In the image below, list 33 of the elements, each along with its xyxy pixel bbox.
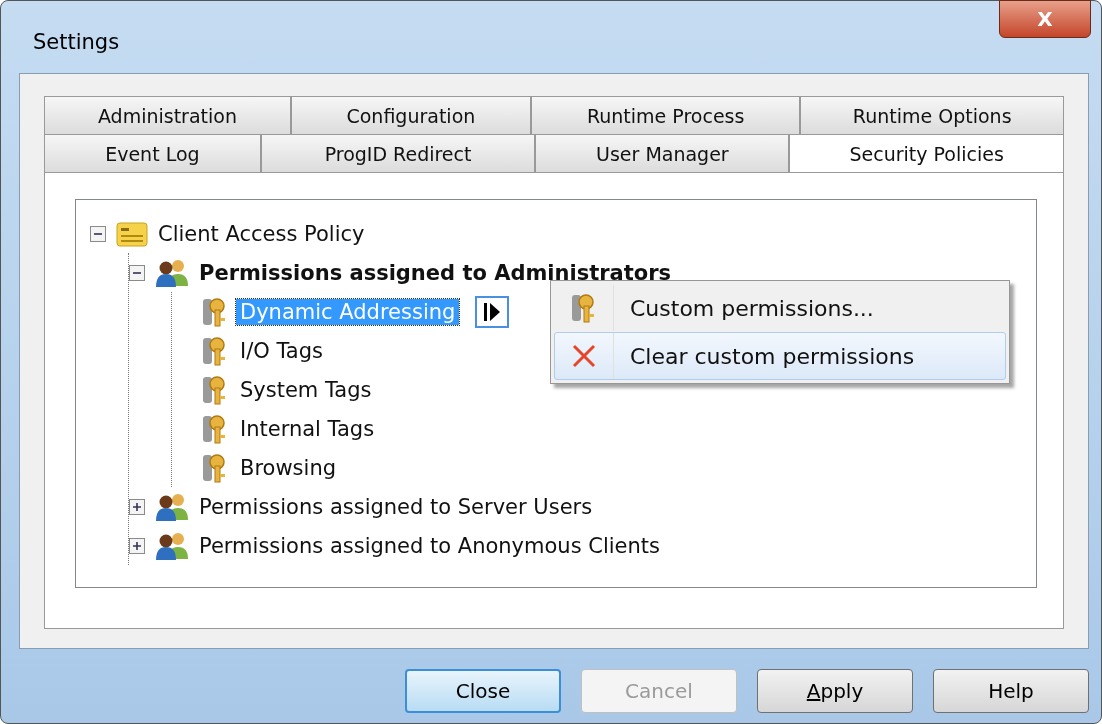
menu-item[interactable]: Clear custom permissions [554,332,1006,380]
close-icon [571,343,597,369]
tree-item[interactable]: Browsing [236,454,341,481]
tab[interactable]: Administration [44,96,291,134]
collapse-icon[interactable] [129,264,145,281]
tab[interactable]: User Manager [535,134,790,172]
tree-item[interactable]: Internal Tags [236,415,379,442]
dialog-button[interactable]: Apply [757,669,913,713]
collapse-icon[interactable] [90,225,106,242]
tree-item[interactable]: Permissions assigned to Anonymous Clients [195,532,664,559]
menu-item[interactable]: Custom permissions... [554,284,1006,332]
users-icon [155,491,189,522]
tab[interactable]: ProgID Redirect [260,134,536,172]
tab[interactable]: Runtime Options [800,96,1064,134]
menu-arrow-button[interactable] [475,295,510,328]
expand-icon[interactable] [129,537,145,554]
tab[interactable]: Security Policies [789,134,1064,172]
users-icon [155,530,189,561]
users-icon [155,257,189,288]
policy-icon [116,219,148,248]
tree-item[interactable]: I/O Tags [236,337,327,364]
tree-item[interactable]: Client Access Policy [154,220,369,247]
expand-icon[interactable] [129,498,145,515]
tab[interactable]: Event Log [44,134,261,172]
tab[interactable]: Configuration [290,96,531,134]
dialog-button[interactable]: Close [405,669,561,713]
tree-item[interactable]: System Tags [236,376,376,403]
tab[interactable]: Runtime Process [530,96,801,134]
tree-item[interactable]: Permissions assigned to Server Users [195,493,597,520]
dialog-button[interactable]: Help [933,669,1089,713]
tree-item[interactable]: Permissions assigned to Administrators [195,259,676,286]
play-arrow-icon [483,301,502,322]
window-title: Settings [33,30,120,54]
